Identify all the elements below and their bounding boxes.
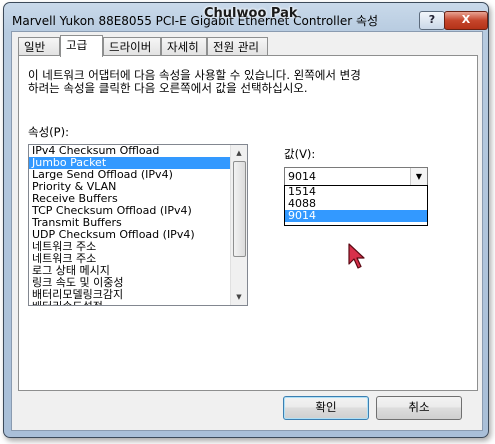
tab-details[interactable]: 자세히 — [161, 37, 207, 55]
tab-advanced[interactable]: 고급 — [60, 35, 103, 57]
advanced-panel: 이 네트워크 어댑터에 다음 속성을 사용할 수 있습니다. 왼쪽에서 변경 하… — [18, 55, 478, 391]
close-button[interactable]: X — [444, 11, 488, 30]
ok-button[interactable]: 확인 — [283, 396, 369, 420]
scroll-thumb[interactable] — [233, 161, 246, 257]
value-label: 값(V): — [284, 147, 316, 161]
scroll-up-icon[interactable]: ▲ — [231, 145, 247, 161]
property-list[interactable]: IPv4 Checksum Offload Jumbo Packet Large S… — [28, 144, 248, 306]
scroll-down-icon[interactable]: ▼ — [231, 289, 247, 305]
dialog-client: 일반 고급 드라이버 자세히 전원 관리 이 네트워크 어댑터에 다음 속성을 … — [11, 31, 483, 431]
property-list-item[interactable]: 배터리속도설정 — [29, 301, 247, 306]
tab-general[interactable]: 일반 — [18, 37, 60, 55]
watermark: Chulwoo Pak — [204, 6, 298, 21]
value-option[interactable]: 9014 — [285, 210, 427, 222]
property-list-scrollbar[interactable]: ▲ ▼ — [230, 145, 247, 305]
chevron-down-icon[interactable]: ▼ — [410, 168, 427, 185]
mouse-cursor-icon — [348, 243, 365, 269]
window-title: Marvell Yukon 88E8055 PCI-E Gigabit Ethe… — [12, 14, 379, 28]
value-current: 9014 — [288, 170, 316, 183]
tab-power-management[interactable]: 전원 관리 — [207, 37, 268, 55]
description-line-2: 하려는 속성을 클릭한 다음 오른쪽에서 값을 선택하십시오. — [28, 81, 308, 95]
property-label: 속성(P): — [28, 125, 69, 139]
help-button[interactable]: ? — [419, 11, 445, 30]
description: 이 네트워크 어댑터에 다음 속성을 사용할 수 있습니다. 왼쪽에서 변경 하… — [28, 69, 468, 95]
value-combobox[interactable]: 9014 ▼ — [284, 167, 428, 186]
cancel-button[interactable]: 취소 — [376, 396, 462, 420]
tab-driver[interactable]: 드라이버 — [103, 37, 161, 55]
value-dropdown-list[interactable]: 1514 4088 9014 — [284, 185, 428, 226]
title-bar[interactable]: Marvell Yukon 88E8055 PCI-E Gigabit Ethe… — [4, 4, 488, 30]
